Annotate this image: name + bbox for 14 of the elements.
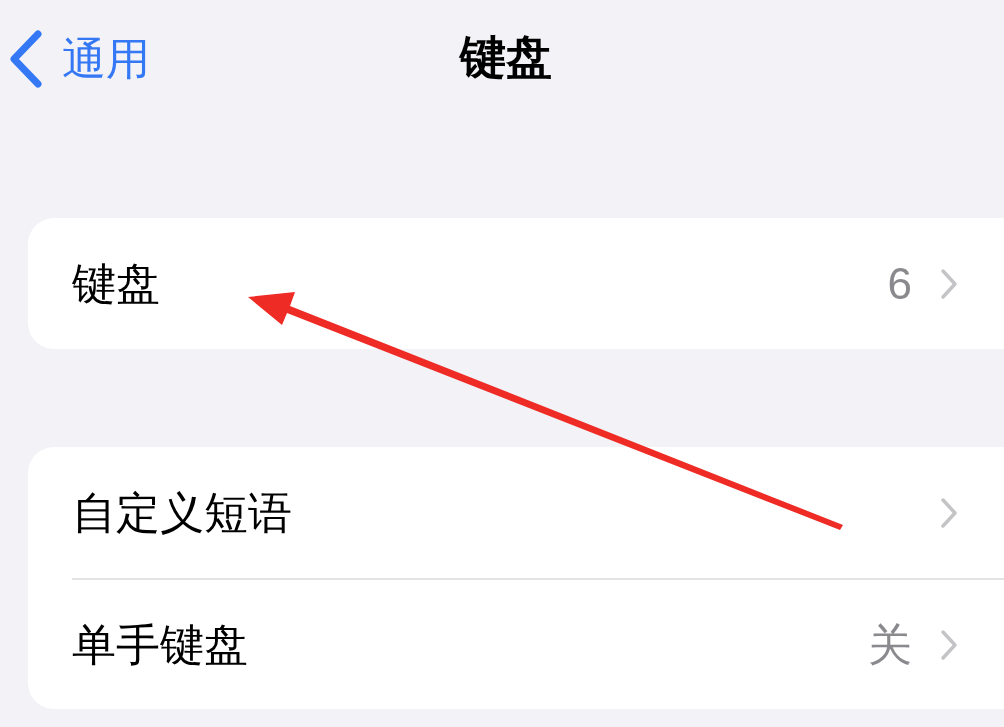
row-value: 关 bbox=[868, 618, 912, 671]
page-title: 键盘 bbox=[460, 34, 552, 80]
settings-row[interactable]: 键盘 6 bbox=[72, 218, 1004, 349]
settings-row[interactable]: 自定义短语 bbox=[72, 447, 1004, 578]
chevron-icon bbox=[940, 496, 958, 529]
row-label: 键盘 bbox=[72, 257, 161, 310]
row-value: 6 bbox=[887, 257, 912, 310]
chevron-icon bbox=[940, 628, 958, 661]
chevron-icon bbox=[940, 267, 958, 300]
back-chevron-icon bbox=[8, 30, 44, 88]
back-button[interactable]: 通用 bbox=[8, 30, 150, 88]
row-label: 自定义短语 bbox=[72, 486, 293, 539]
settings-row[interactable]: 单手键盘 关 bbox=[72, 578, 1004, 709]
row-label: 单手键盘 bbox=[72, 618, 249, 671]
